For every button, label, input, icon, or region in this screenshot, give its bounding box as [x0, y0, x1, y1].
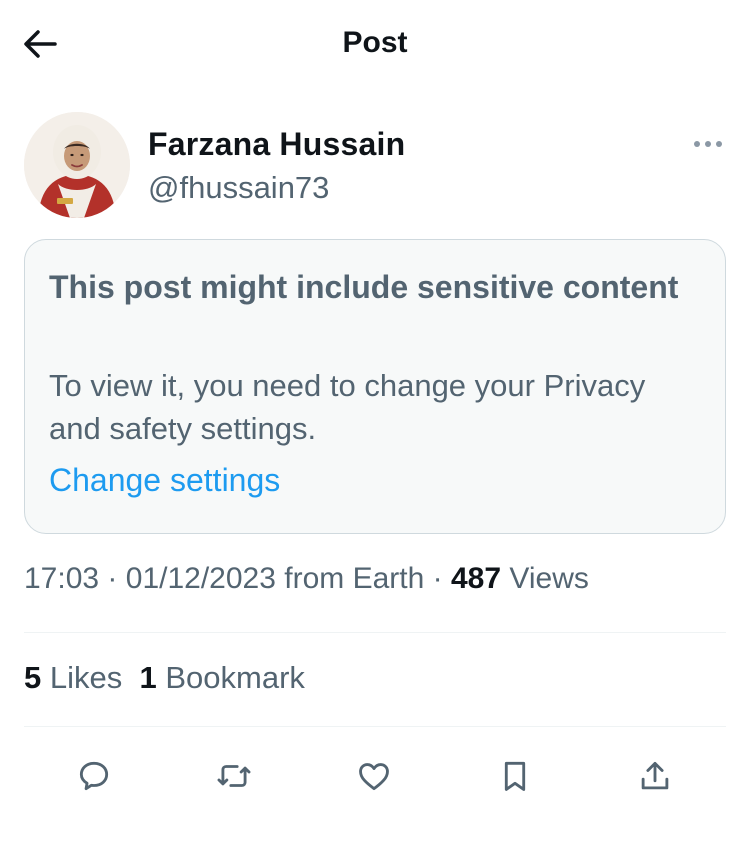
more-horizontal-icon: [694, 141, 722, 147]
likes-label: Likes: [49, 660, 123, 695]
change-settings-link[interactable]: Change settings: [49, 462, 280, 499]
bookmarks-stat[interactable]: 1 Bookmark: [139, 660, 304, 695]
divider: [24, 632, 726, 633]
likes-count: 5: [24, 660, 42, 695]
notice-body: To view it, you need to change your Priv…: [49, 368, 646, 446]
share-button[interactable]: [631, 752, 679, 800]
post-stats: 5 Likes 1 Bookmark: [24, 660, 305, 696]
bookmarks-count: 1: [139, 660, 157, 695]
sensitive-content-notice: This post might include sensitive conten…: [24, 239, 726, 534]
views-label: Views: [509, 562, 589, 595]
heart-icon: [359, 763, 389, 791]
post-time[interactable]: 17:03: [24, 562, 99, 595]
divider: [24, 726, 726, 727]
top-bar: Post: [0, 0, 750, 90]
meta-separator: ·: [107, 562, 118, 595]
post-meta: 17:03 · 01/12/2023 from Earth · 487 View…: [24, 562, 589, 596]
post-date[interactable]: 01/12/2023: [126, 562, 276, 595]
bookmark-button[interactable]: [491, 752, 539, 800]
bookmarks-label: Bookmark: [165, 660, 305, 695]
reply-button[interactable]: [70, 752, 118, 800]
more-button[interactable]: [690, 132, 726, 156]
repost-button[interactable]: [210, 752, 258, 800]
avatar[interactable]: [24, 112, 130, 218]
repost-icon: [217, 765, 251, 787]
like-button[interactable]: [350, 752, 398, 800]
share-icon: [641, 761, 669, 790]
likes-stat[interactable]: 5 Likes: [24, 660, 122, 695]
post-author: Farzana Hussain @fhussain73: [24, 112, 726, 222]
author-handle[interactable]: @fhussain73: [148, 170, 329, 206]
action-bar: [24, 752, 726, 800]
author-name[interactable]: Farzana Hussain: [148, 126, 405, 163]
views-count: 487: [451, 562, 502, 595]
page-title: Post: [342, 26, 408, 59]
meta-separator: ·: [432, 562, 443, 595]
post-source: from Earth: [284, 562, 425, 595]
comment-icon: [79, 761, 109, 791]
notice-title: This post might include sensitive conten…: [49, 269, 679, 305]
bookmark-icon: [504, 761, 526, 791]
